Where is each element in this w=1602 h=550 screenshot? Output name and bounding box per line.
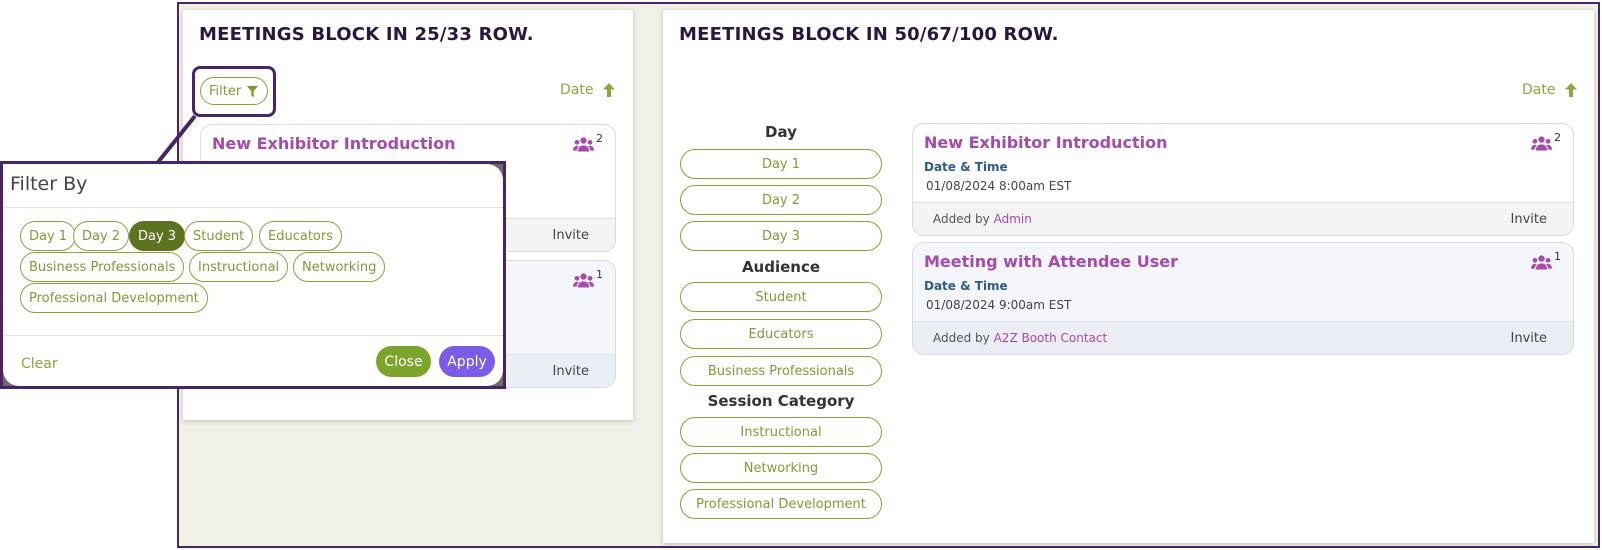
arrow-up-icon [603, 83, 616, 97]
filter-option-networking[interactable]: Networking [680, 453, 882, 483]
filter-popup: Filter By Day 1 Day 2 Day 3 Student Educ… [0, 161, 506, 389]
sort-by-date[interactable]: Date [560, 82, 617, 98]
filter-chip-educators[interactable]: Educators [259, 221, 342, 251]
filter-option-day-1[interactable]: Day 1 [680, 149, 882, 179]
attendee-count: 1 [573, 269, 603, 289]
block-heading: MEETINGS BLOCK IN 50/67/100 ROW. [679, 24, 1059, 45]
divider [3, 335, 503, 336]
apply-button[interactable]: Apply [439, 346, 495, 377]
sort-label: Date [560, 82, 594, 98]
invite-button[interactable]: Invite [553, 364, 589, 379]
divider [3, 207, 503, 208]
datetime-value: 01/08/2024 8:00am EST [926, 179, 1072, 193]
callout-highlight [192, 66, 276, 117]
filter-group-label-audience: Audience [741, 258, 821, 276]
sort-by-date[interactable]: Date [1522, 82, 1579, 98]
arrow-up-icon [1565, 83, 1578, 97]
filter-chip-instructional[interactable]: Instructional [189, 252, 289, 282]
filter-chip-business-professionals[interactable]: Business Professionals [20, 252, 185, 282]
meeting-card[interactable]: Meeting with Attendee User 1 Date & Time… [912, 242, 1574, 355]
filter-popup-panel: Filter By Day 1 Day 2 Day 3 Student Educ… [3, 164, 503, 386]
block-heading: MEETINGS BLOCK IN 25/33 ROW. [199, 24, 534, 45]
filter-chip-day-3[interactable]: Day 3 [129, 221, 186, 251]
attendee-count: 2 [1531, 132, 1561, 152]
sort-label: Date [1522, 82, 1556, 98]
users-icon [1531, 255, 1552, 270]
added-by: Added by Admin [933, 212, 1032, 226]
filter-chip-networking[interactable]: Networking [293, 252, 386, 282]
attendee-count: 2 [573, 133, 603, 153]
clear-filters-link[interactable]: Clear [21, 356, 58, 372]
filter-chip-professional-development[interactable]: Professional Development [20, 283, 208, 313]
added-by: Added by A2Z Booth Contact [933, 331, 1107, 345]
filter-chip-day-2[interactable]: Day 2 [73, 221, 130, 251]
meeting-title[interactable]: Meeting with Attendee User [924, 252, 1178, 271]
meetings-block-wide: MEETINGS BLOCK IN 50/67/100 ROW. Date Da… [663, 10, 1594, 543]
filter-option-instructional[interactable]: Instructional [680, 417, 882, 447]
datetime-value: 01/08/2024 9:00am EST [926, 298, 1072, 312]
filter-option-educators[interactable]: Educators [680, 319, 882, 349]
users-icon [1531, 136, 1552, 151]
added-by-prefix: Added by [933, 331, 990, 345]
invite-button[interactable]: Invite [553, 228, 589, 243]
added-by-name[interactable]: A2Z Booth Contact [994, 331, 1108, 345]
attendee-count: 1 [1531, 251, 1561, 271]
filter-option-business-professionals[interactable]: Business Professionals [680, 356, 882, 386]
filter-option-student[interactable]: Student [680, 282, 882, 312]
attendee-count-value: 1 [596, 268, 603, 281]
meeting-footer: Added by A2Z Booth Contact Invite [913, 321, 1573, 354]
meeting-title[interactable]: New Exhibitor Introduction [924, 133, 1167, 152]
invite-button[interactable]: Invite [1511, 212, 1547, 227]
attendee-count-value: 1 [1554, 250, 1561, 263]
filter-chip-day-1[interactable]: Day 1 [20, 221, 77, 251]
meeting-title[interactable]: New Exhibitor Introduction [212, 134, 455, 153]
filter-popup-title: Filter By [10, 173, 88, 195]
datetime-label: Date & Time [924, 279, 1008, 293]
attendee-count-value: 2 [1554, 131, 1561, 144]
filter-group-label-session-category: Session Category [707, 392, 855, 410]
meeting-card[interactable]: New Exhibitor Introduction 2 Date & Time… [912, 123, 1574, 236]
filter-group-label-day: Day [765, 123, 797, 141]
users-icon [573, 137, 594, 152]
filter-option-professional-development[interactable]: Professional Development [680, 489, 882, 519]
filter-option-day-3[interactable]: Day 3 [680, 221, 882, 251]
users-icon [573, 273, 594, 288]
meeting-footer: Added by Admin Invite [913, 202, 1573, 235]
close-button[interactable]: Close [376, 346, 431, 377]
filter-chip-student[interactable]: Student [184, 221, 254, 251]
datetime-label: Date & Time [924, 160, 1008, 174]
invite-button[interactable]: Invite [1511, 331, 1547, 346]
attendee-count-value: 2 [596, 132, 603, 145]
filter-option-day-2[interactable]: Day 2 [680, 185, 882, 215]
added-by-prefix: Added by [933, 212, 990, 226]
added-by-name[interactable]: Admin [994, 212, 1032, 226]
